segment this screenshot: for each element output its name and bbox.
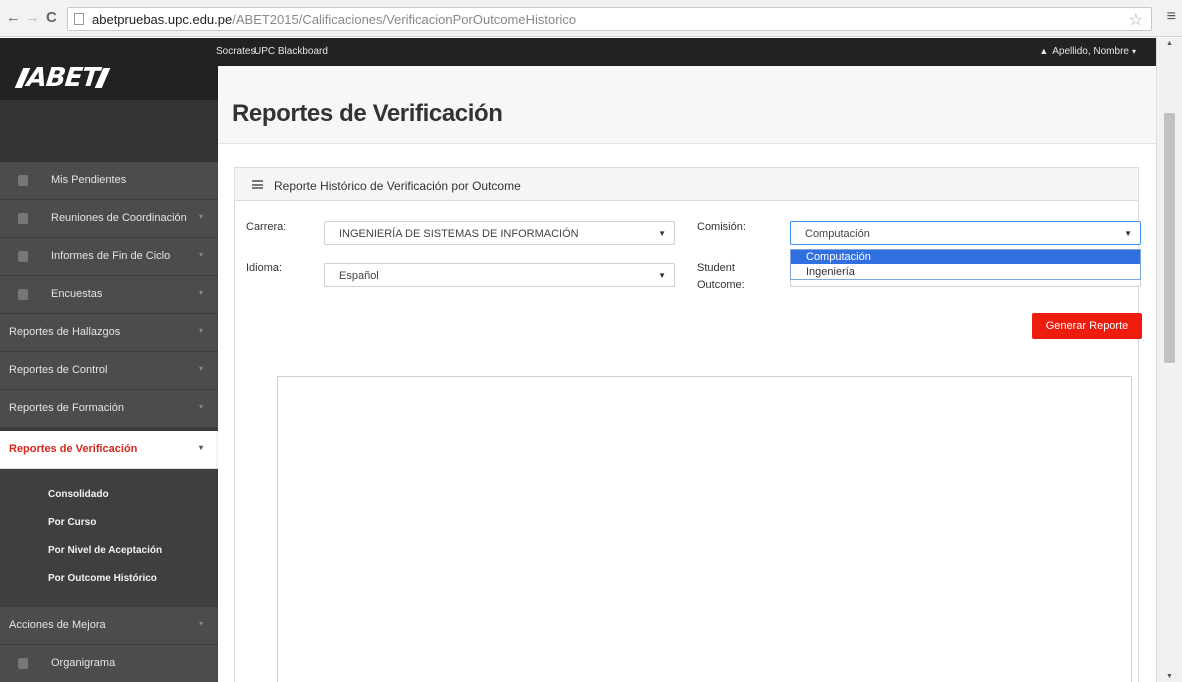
chevron-down-icon: ▾ xyxy=(199,250,204,259)
sidebar: Mis Pendientes Reuniones de Coordinación… xyxy=(0,100,218,682)
calendar-icon xyxy=(18,213,28,224)
page-scrollbar[interactable]: ▲ ▼ xyxy=(1156,38,1182,682)
sidebar-item-label: Organigrama xyxy=(51,657,116,669)
page-title: Reportes de Verificación xyxy=(232,100,503,127)
carrera-label: Carrera: xyxy=(246,221,287,233)
comision-label: Comisión: xyxy=(697,221,746,233)
carrera-value: INGENIERÍA DE SISTEMAS DE INFORMACIÓN xyxy=(339,228,579,240)
user-icon: ▲ xyxy=(1039,46,1049,56)
panel-title: Reporte Histórico de Verificación por Ou… xyxy=(274,179,521,193)
generate-report-button[interactable]: Generar Reporte xyxy=(1032,313,1142,339)
clipboard-icon xyxy=(18,289,28,300)
sidebar-item-label: Reportes de Formación xyxy=(9,402,124,414)
sidebar-item-hallazgos[interactable]: Reportes de Hallazgos ▾ xyxy=(0,314,218,352)
comision-dropdown-list: Computación Ingeniería xyxy=(790,249,1141,280)
caret-down-icon: ▾ xyxy=(1131,47,1136,56)
chevron-down-icon: ▼ xyxy=(658,271,666,280)
dropdown-option[interactable]: Computación xyxy=(791,250,1140,264)
forward-arrow-icon[interactable]: → xyxy=(25,9,40,27)
browser-menu-icon[interactable]: ≡ xyxy=(1167,8,1176,26)
panel-header: Reporte Histórico de Verificación por Ou… xyxy=(235,168,1138,201)
sidebar-item-label: Reportes de Verificación xyxy=(9,443,138,455)
student-outcome-label-line2: Outcome: xyxy=(697,279,745,291)
dropdown-option[interactable]: Ingeniería xyxy=(791,265,1140,279)
main-content: Reportes de Verificación Reporte Históri… xyxy=(218,66,1156,682)
abet-logo[interactable]: ABET xyxy=(14,63,111,93)
org-chart-icon xyxy=(18,658,28,669)
chevron-down-icon: ▾ xyxy=(199,364,204,373)
sidebar-item-label: Informes de Fin de Ciclo xyxy=(51,250,171,262)
sidebar-item-reuniones[interactable]: Reuniones de Coordinación ▾ xyxy=(0,200,218,238)
sidebar-item-encuestas[interactable]: Encuestas ▾ xyxy=(0,276,218,314)
report-panel: Reporte Histórico de Verificación por Ou… xyxy=(234,167,1142,682)
sidebar-item-organigrama[interactable]: Organigrama xyxy=(0,645,218,682)
sidebar-item-informes[interactable]: Informes de Fin de Ciclo ▾ xyxy=(0,238,218,276)
verificacion-submenu: Consolidado Por Curso Por Nivel de Acept… xyxy=(0,469,218,607)
sidebar-item-label: Reportes de Hallazgos xyxy=(9,326,121,338)
sidebar-item-control[interactable]: Reportes de Control ▾ xyxy=(0,352,218,390)
chevron-down-icon: ▾ xyxy=(199,402,204,411)
sidebar-item-verificacion[interactable]: Reportes de Verificación ▾ xyxy=(0,431,218,469)
chevron-down-icon: ▾ xyxy=(199,619,204,628)
sidebar-item-label: Reuniones de Coordinación xyxy=(51,212,187,224)
nav-link-socrates[interactable]: Socrates xyxy=(216,46,255,57)
url-text: abetpruebas.upc.edu.pe/ABET2015/Califica… xyxy=(92,12,576,27)
report-output-area xyxy=(277,376,1132,682)
chevron-down-icon: ▾ xyxy=(199,443,204,452)
idioma-value: Español xyxy=(339,270,379,282)
chevron-down-icon: ▼ xyxy=(658,229,666,238)
reload-icon[interactable]: C xyxy=(46,9,57,27)
idioma-select[interactable]: Español ▼ xyxy=(324,263,675,287)
carrera-select[interactable]: INGENIERÍA DE SISTEMAS DE INFORMACIÓN ▼ xyxy=(324,221,675,245)
sidebar-item-label: Encuestas xyxy=(51,288,103,300)
address-bar[interactable]: abetpruebas.upc.edu.pe/ABET2015/Califica… xyxy=(67,7,1152,31)
user-name: Apellido, Nombre xyxy=(1052,46,1129,57)
sidebar-item-acciones[interactable]: Acciones de Mejora ▾ xyxy=(0,607,218,645)
calendar-icon xyxy=(18,251,28,262)
scroll-thumb[interactable] xyxy=(1164,113,1175,363)
chevron-down-icon: ▼ xyxy=(1124,229,1132,238)
logo-text: ABET xyxy=(25,63,101,93)
comision-value: Computación xyxy=(805,228,870,240)
url-domain: abetpruebas.upc.edu.pe xyxy=(92,12,233,27)
url-path: /ABET2015/Calificaciones/VerificacionPor… xyxy=(232,12,577,27)
student-outcome-label-line1: Student xyxy=(697,262,735,274)
browser-toolbar: ← → C abetpruebas.upc.edu.pe/ABET2015/Ca… xyxy=(0,0,1182,37)
bookmark-star-icon[interactable]: ☆ xyxy=(1129,10,1143,30)
sidebar-item-label: Mis Pendientes xyxy=(51,174,127,186)
idioma-label: Idioma: xyxy=(246,262,283,274)
chevron-down-icon: ▾ xyxy=(199,326,204,335)
submenu-item-por-nivel[interactable]: Por Nivel de Aceptación xyxy=(48,545,162,556)
sidebar-header-band xyxy=(0,100,218,162)
nav-link-blackboard[interactable]: UPC Blackboard xyxy=(254,46,328,57)
comision-select[interactable]: Computación ▼ xyxy=(790,221,1141,245)
scroll-up-icon[interactable]: ▲ xyxy=(1166,40,1173,47)
submenu-item-consolidado[interactable]: Consolidado xyxy=(48,489,109,500)
inbox-icon xyxy=(18,175,28,186)
sidebar-item-label: Reportes de Control xyxy=(9,364,108,376)
sidebar-item-label: Acciones de Mejora xyxy=(9,619,106,631)
sidebar-item-mis-pendientes[interactable]: Mis Pendientes xyxy=(0,162,218,200)
back-arrow-icon[interactable]: ← xyxy=(6,9,21,27)
chevron-down-icon: ▾ xyxy=(199,212,204,221)
submenu-item-por-curso[interactable]: Por Curso xyxy=(48,517,96,528)
user-menu[interactable]: ▲ Apellido, Nombre ▾ xyxy=(1039,46,1136,57)
chevron-down-icon: ▾ xyxy=(199,288,204,297)
submenu-item-por-outcome[interactable]: Por Outcome Histórico xyxy=(48,573,157,584)
page-icon xyxy=(74,13,84,25)
list-icon xyxy=(252,180,263,189)
sidebar-item-formacion[interactable]: Reportes de Formación ▾ xyxy=(0,390,218,428)
scroll-down-icon[interactable]: ▼ xyxy=(1166,673,1173,680)
